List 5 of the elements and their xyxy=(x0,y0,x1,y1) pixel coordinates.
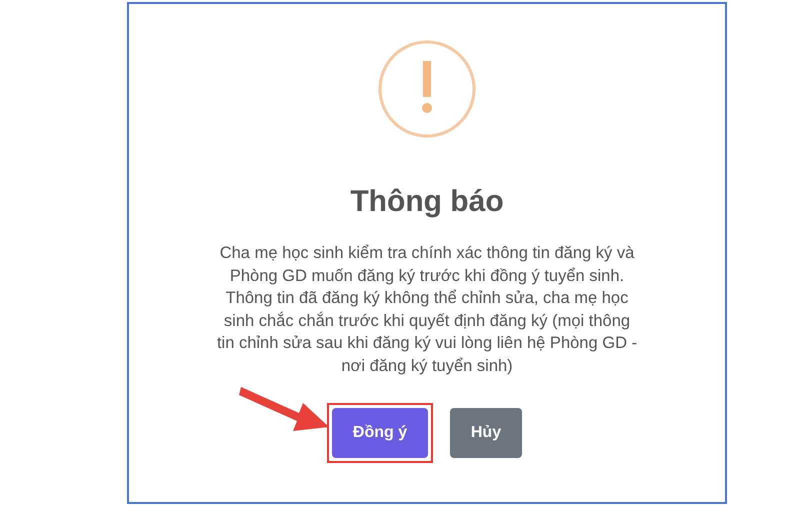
dialog-message: Cha mẹ học sinh kiểm tra chính xác thông tin đăng ký và Phòng GD muốn đăng ký trước khi đồng ý tuyển sinh. Thông tin đã đăng ký không thể chỉnh sửa, cha mẹ học sinh chắc chắn trước khi quyết định đăng ký (mọi thông tin chỉnh sửa sau khi đăng ký vui lòng liên hệ Phòng GD - nơi đăng ký tuyển sinh) xyxy=(216,243,638,376)
cancel-button[interactable]: Hủy xyxy=(450,408,522,458)
warning-icon xyxy=(377,39,477,139)
dialog-title: Thông báo xyxy=(350,184,504,220)
confirm-button[interactable]: Đồng ý xyxy=(332,408,428,458)
